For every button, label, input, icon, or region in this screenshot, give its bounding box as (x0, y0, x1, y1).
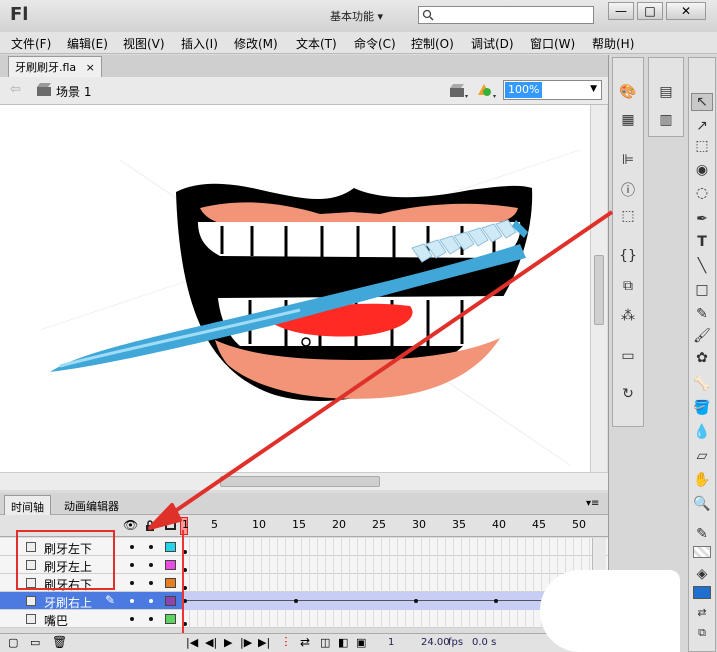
annotation-arrow (148, 210, 614, 530)
watermark-overlay (540, 570, 680, 652)
